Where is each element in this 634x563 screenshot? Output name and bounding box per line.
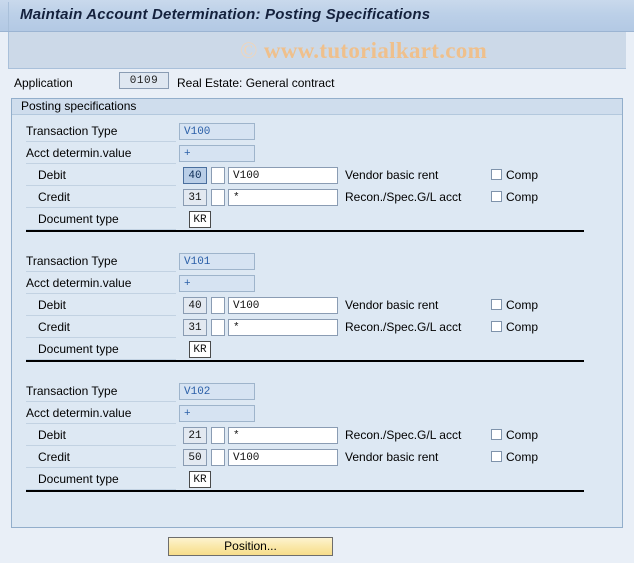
credit-modifier-input[interactable] (211, 449, 225, 466)
credit-modifier-input[interactable] (211, 319, 225, 336)
debit-account-input[interactable]: V100 (228, 167, 338, 184)
application-input[interactable]: 0109 (119, 72, 169, 89)
position-button[interactable]: Position... (168, 537, 333, 556)
debit-row: Debit 40 V100 Vendor basic rent Comp (12, 164, 624, 186)
acct-determin-value-row: Acct determin.value + (12, 402, 624, 424)
credit-comp-checkbox[interactable] (491, 451, 502, 462)
debit-label: Debit (38, 298, 67, 312)
document-type-input[interactable]: KR (189, 341, 211, 358)
document-type-label: Document type (38, 212, 119, 226)
document-type-row: Document type KR (12, 338, 624, 360)
transaction-type-row: Transaction Type V100 (12, 120, 624, 142)
acct-determin-value-row: Acct determin.value + (12, 142, 624, 164)
document-type-row: Document type KR (12, 208, 624, 230)
document-type-input[interactable]: KR (189, 211, 211, 228)
document-type-input[interactable]: KR (189, 471, 211, 488)
transaction-type-label: Transaction Type (26, 384, 118, 398)
acct-determin-value-label: Acct determin.value (26, 406, 132, 420)
page-title: Maintain Account Determination: Posting … (20, 6, 431, 23)
credit-row: Credit 50 V100 Vendor basic rent Comp (12, 446, 624, 468)
application-description: Real Estate: General contract (177, 76, 335, 90)
transaction-type-row: Transaction Type V102 (12, 380, 624, 402)
transaction-type-input[interactable]: V102 (179, 383, 255, 400)
copyright-icon: © (240, 38, 258, 63)
debit-comp-label: Comp (506, 298, 539, 312)
acct-determin-value-input[interactable]: + (179, 145, 255, 162)
credit-modifier-input[interactable] (211, 189, 225, 206)
document-type-label: Document type (38, 342, 119, 356)
credit-account-description: Vendor basic rent (345, 450, 439, 464)
transaction-type-label: Transaction Type (26, 124, 118, 138)
debit-modifier-input[interactable] (211, 297, 225, 314)
credit-posting-key-input[interactable]: 31 (183, 189, 207, 206)
credit-comp-label: Comp (506, 320, 539, 334)
debit-comp-checkbox[interactable] (491, 429, 502, 440)
debit-posting-key-input[interactable]: 40 (183, 167, 207, 184)
credit-row: Credit 31 * Recon./Spec.G/L acct Comp (12, 186, 624, 208)
credit-comp-label: Comp (506, 450, 539, 464)
credit-posting-key-input[interactable]: 31 (183, 319, 207, 336)
debit-posting-key-input[interactable]: 21 (183, 427, 207, 444)
credit-comp-checkbox[interactable] (491, 321, 502, 332)
credit-label: Credit (38, 450, 71, 464)
window-title-bar: Maintain Account Determination: Posting … (0, 0, 634, 32)
debit-comp-label: Comp (506, 168, 539, 182)
debit-row: Debit 40 V100 Vendor basic rent Comp (12, 294, 624, 316)
posting-specifications-group: Posting specifications Transaction Type V… (11, 98, 623, 528)
debit-posting-key-input[interactable]: 40 (183, 297, 207, 314)
debit-modifier-input[interactable] (211, 427, 225, 444)
debit-comp-checkbox[interactable] (491, 169, 502, 180)
watermark: © www.tutorialkart.com (240, 38, 487, 64)
acct-determin-value-input[interactable]: + (179, 275, 255, 292)
credit-account-description: Recon./Spec.G/L acct (345, 190, 462, 204)
debit-label: Debit (38, 428, 67, 442)
application-row: Application 0109 Real Estate: General co… (0, 69, 634, 98)
acct-determin-value-row: Acct determin.value + (12, 272, 624, 294)
document-type-row: Document type KR (12, 468, 624, 490)
transaction-type-input[interactable]: V101 (179, 253, 255, 270)
transaction-type-input[interactable]: V100 (179, 123, 255, 140)
credit-account-input[interactable]: * (228, 319, 338, 336)
credit-posting-key-input[interactable]: 50 (183, 449, 207, 466)
footer-bar: Position... (0, 528, 634, 563)
credit-comp-label: Comp (506, 190, 539, 204)
credit-account-input[interactable]: V100 (228, 449, 338, 466)
section-divider (26, 230, 584, 232)
acct-determin-value-label: Acct determin.value (26, 276, 132, 290)
debit-account-description: Recon./Spec.G/L acct (345, 428, 462, 442)
acct-determin-value-input[interactable]: + (179, 405, 255, 422)
group-body: Transaction Type V100 Acct determin.value +… (12, 116, 622, 527)
debit-account-input[interactable]: V100 (228, 297, 338, 314)
debit-row: Debit 21 * Recon./Spec.G/L acct Comp (12, 424, 624, 446)
credit-account-description: Recon./Spec.G/L acct (345, 320, 462, 334)
debit-account-description: Vendor basic rent (345, 298, 439, 312)
debit-label: Debit (38, 168, 67, 182)
group-header-label: Posting specifications (12, 99, 622, 115)
transaction-type-row: Transaction Type V101 (12, 250, 624, 272)
credit-label: Credit (38, 190, 71, 204)
watermark-text: www.tutorialkart.com (263, 38, 488, 63)
section-divider (26, 360, 584, 362)
debit-comp-label: Comp (506, 428, 539, 442)
document-type-label: Document type (38, 472, 119, 486)
credit-row: Credit 31 * Recon./Spec.G/L acct Comp (12, 316, 624, 338)
credit-account-input[interactable]: * (228, 189, 338, 206)
application-label: Application (14, 76, 73, 90)
acct-determin-value-label: Acct determin.value (26, 146, 132, 160)
debit-account-input[interactable]: * (228, 427, 338, 444)
credit-label: Credit (38, 320, 71, 334)
section-divider (26, 490, 584, 492)
transaction-type-label: Transaction Type (26, 254, 118, 268)
debit-comp-checkbox[interactable] (491, 299, 502, 310)
debit-modifier-input[interactable] (211, 167, 225, 184)
credit-comp-checkbox[interactable] (491, 191, 502, 202)
debit-account-description: Vendor basic rent (345, 168, 439, 182)
